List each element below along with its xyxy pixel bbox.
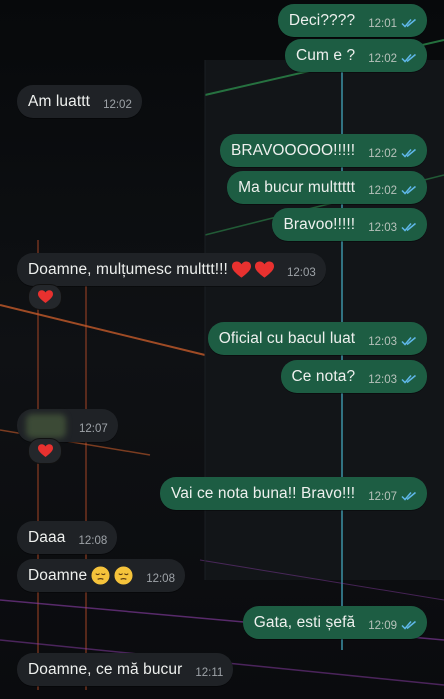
message-text: Deci???? <box>288 11 356 29</box>
message-outgoing[interactable]: Bravoo!!!!! 12:03 <box>272 208 427 241</box>
message-text: Gata, esti șefă <box>253 613 356 631</box>
message-text: Oficial cu bacul luat <box>218 329 356 347</box>
message-text: Ma bucur multtttt <box>238 178 356 196</box>
message-text: Daaa <box>28 528 66 546</box>
heart-reaction-icon <box>37 444 53 458</box>
read-receipt-icon <box>401 18 417 28</box>
message-time: 12:08 <box>146 572 175 585</box>
read-receipt-icon <box>401 185 417 195</box>
message-outgoing[interactable]: Gata, esti șefă 12:09 <box>242 606 427 639</box>
message-time: 12:02 <box>368 52 397 65</box>
message-time: 12:03 <box>368 221 397 234</box>
message-outgoing[interactable]: Cum e ? 12:02 <box>284 39 427 72</box>
read-receipt-icon <box>401 53 417 63</box>
blurred-sticker <box>26 413 66 438</box>
message-time: 12:02 <box>103 98 132 111</box>
message-incoming-sticker[interactable]: 12:07 <box>17 409 118 442</box>
message-incoming[interactable]: Daaa 12:08 <box>17 521 118 554</box>
relieved-face-emoji-icon <box>114 566 133 585</box>
heart-reaction-icon <box>37 290 53 304</box>
message-text: Doamne, ce mă bucur <box>28 660 183 678</box>
read-receipt-icon <box>401 222 417 232</box>
message-outgoing[interactable]: Deci???? 12:01 <box>277 4 427 37</box>
message-time: 12:08 <box>78 534 108 547</box>
message-time: 12:11 <box>195 666 224 679</box>
message-time: 12:03 <box>368 373 397 386</box>
message-time: 12:01 <box>368 17 397 30</box>
message-outgoing[interactable]: Ma bucur multtttt 12:02 <box>227 171 427 204</box>
relieved-face-emoji-icon <box>91 566 110 585</box>
message-time: 12:07 <box>79 422 108 435</box>
message-time: 12:02 <box>368 184 397 197</box>
message-time: 12:09 <box>368 619 397 632</box>
message-outgoing[interactable]: Ce nota? 12:03 <box>280 360 427 393</box>
message-outgoing[interactable]: BRAVOOOOO!!!!! 12:02 <box>219 134 427 167</box>
message-time: 12:02 <box>368 147 397 160</box>
heart-emoji-icon <box>231 260 251 279</box>
message-text: Am luattt <box>28 92 91 110</box>
message-incoming[interactable]: Doamne, ce mă bucur 12:11 <box>17 653 234 686</box>
reaction-badge[interactable] <box>28 284 62 310</box>
message-text: Cum e ? <box>295 46 356 64</box>
read-receipt-icon <box>401 148 417 158</box>
message-text: Doamne, mulțumesc multtt!!! <box>28 260 228 278</box>
message-text: Vai ce nota buna!! Bravo!!! <box>170 484 356 502</box>
read-receipt-icon <box>401 491 417 501</box>
read-receipt-icon <box>401 336 417 346</box>
message-outgoing[interactable]: Vai ce nota buna!! Bravo!!! 12:07 <box>159 477 427 510</box>
message-text: BRAVOOOOO!!!!! <box>230 141 356 159</box>
message-list: Deci???? 12:01 Cum e ? 12:02 Am luattt 1… <box>0 0 444 699</box>
message-incoming[interactable]: Am luattt 12:02 <box>17 85 142 118</box>
reaction-badge[interactable] <box>28 438 62 464</box>
message-time: 12:03 <box>286 266 316 279</box>
message-incoming[interactable]: Doamne, mulțumesc multtt!!! 12:03 <box>17 253 326 286</box>
message-text: Ce nota? <box>291 367 356 385</box>
read-receipt-icon <box>401 374 417 384</box>
heart-emoji-icon <box>254 260 274 279</box>
message-outgoing[interactable]: Oficial cu bacul luat 12:03 <box>207 322 427 355</box>
message-text: Bravoo!!!!! <box>283 215 356 233</box>
message-time: 12:03 <box>368 335 397 348</box>
read-receipt-icon <box>401 620 417 630</box>
message-text: Doamne <box>28 566 88 584</box>
message-incoming[interactable]: Doamne 12:08 <box>17 559 185 592</box>
message-time: 12:07 <box>368 490 397 503</box>
